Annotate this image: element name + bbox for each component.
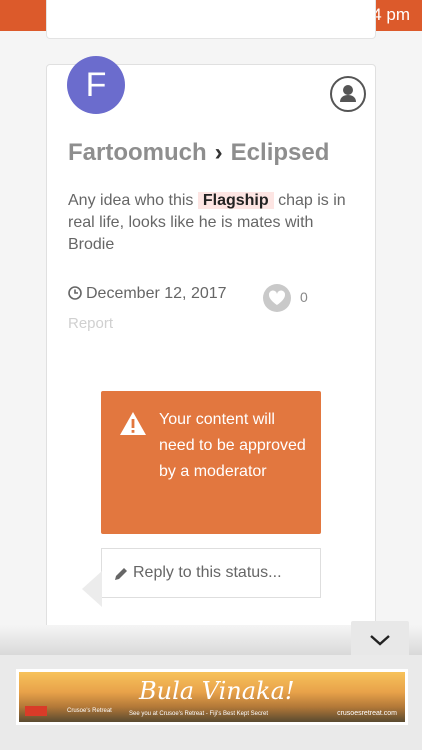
author-link[interactable]: Fartoomuch — [68, 139, 207, 166]
ad-bar: Crusoe's Retreat Bula Vinaka! See you at… — [0, 655, 422, 750]
post-date[interactable]: December 12, 2017 — [68, 285, 227, 305]
avatar[interactable]: F — [67, 56, 125, 114]
ad-logo: Crusoe's Retreat — [67, 708, 112, 714]
ad-url: crusoesretreat.com — [337, 710, 397, 717]
clock-icon — [68, 286, 82, 305]
ad-headline: Bula Vinaka! — [139, 677, 295, 705]
warning-icon — [119, 411, 147, 445]
reply-placeholder: Reply to this status... — [133, 564, 282, 581]
user-icon — [340, 85, 356, 102]
ad-badge — [25, 706, 47, 716]
like-count: 0 — [300, 289, 308, 305]
pencil-icon — [114, 566, 129, 586]
recipient-link[interactable]: Eclipsed — [231, 139, 330, 166]
user-profile-button[interactable] — [330, 76, 366, 112]
status-post-card: F Fartoomuch › Eclipsed Any idea who this … — [46, 56, 376, 636]
previous-post-card — [46, 0, 376, 39]
moderation-notice: Your content will need to be approved by… — [101, 391, 321, 534]
ad-banner[interactable]: Crusoe's Retreat Bula Vinaka! See you at… — [16, 669, 408, 725]
like-button[interactable] — [263, 284, 291, 312]
reply-input[interactable]: Reply to this status... — [82, 548, 321, 607]
highlighted-word: Flagship — [197, 192, 274, 209]
report-link[interactable]: Report — [68, 315, 113, 332]
chevron-right-icon: › — [214, 139, 223, 166]
chevron-down-icon — [370, 635, 390, 646]
reply-pointer — [82, 571, 102, 607]
post-date-text: December 12, 2017 — [86, 285, 227, 302]
moderation-notice-text: Your content will need to be approved by… — [159, 411, 306, 480]
ad-tagline: See you at Crusoe's Retreat - Fiji's Bes… — [129, 711, 269, 717]
heart-icon — [268, 290, 286, 305]
post-title: Fartoomuch › Eclipsed — [68, 139, 329, 167]
post-text-before: Any idea who this — [68, 192, 194, 209]
post-content: Any idea who this Flagship chap is in re… — [68, 190, 358, 256]
